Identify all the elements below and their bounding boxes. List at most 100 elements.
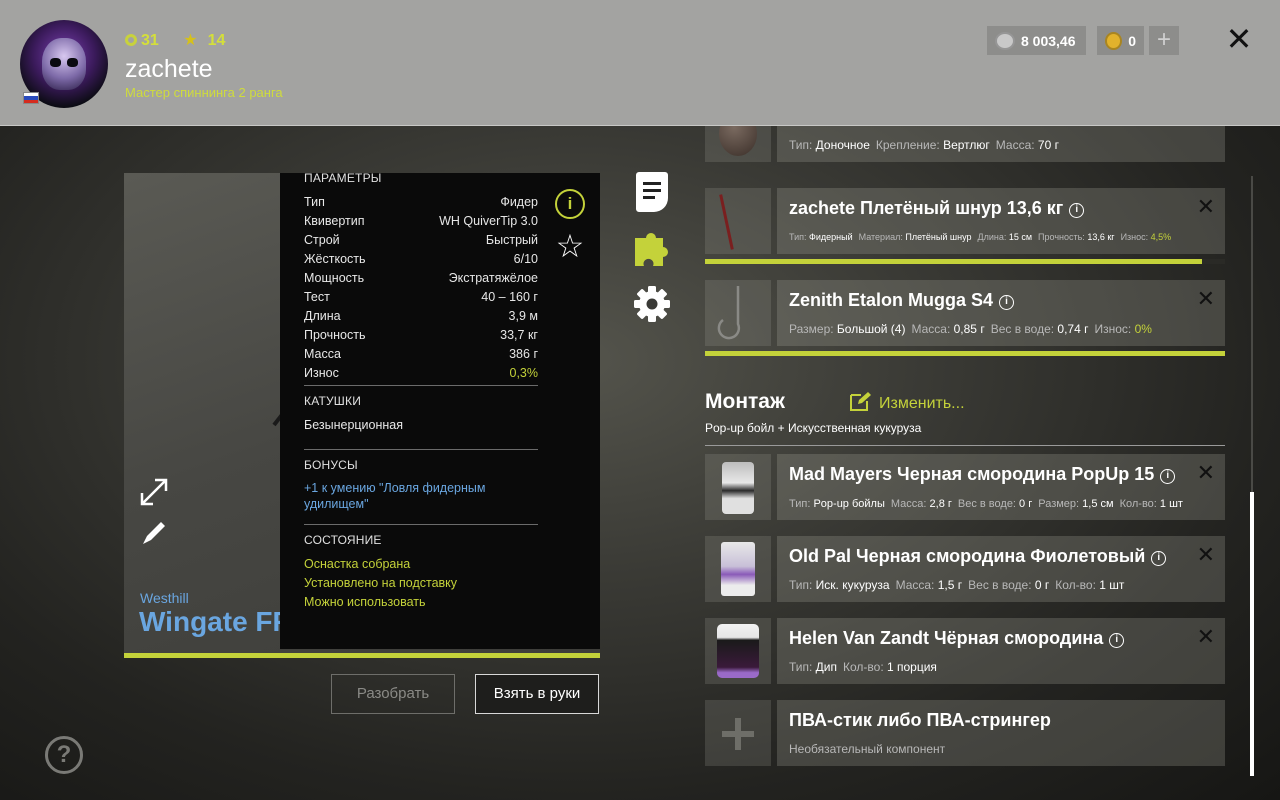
divider (705, 445, 1225, 446)
prop-label: Вес в воде: (957, 498, 1020, 510)
prop-label: Материал: (858, 232, 906, 242)
stars-indicator: ★ 14 (183, 32, 226, 49)
prop-label: Тип: (789, 138, 816, 152)
item-card[interactable]: Zenith Etalon Mugga S4 i Размер: Большой … (777, 280, 1225, 346)
take-in-hands-button[interactable]: Взять в руки (475, 674, 599, 714)
prop-value: Иск. кукуруза (815, 578, 890, 592)
gear-icon[interactable] (633, 285, 671, 323)
prop-label: Кол-во: (1119, 498, 1160, 510)
param-label: Прочность (304, 328, 366, 342)
edit-icon (850, 392, 871, 411)
item-props: Размер: Большой (4) Масса: 0,85 г Вес в во… (789, 322, 1158, 336)
item-props: Тип: Иск. кукуруза Масса: 1,5 г Вес в воде… (789, 578, 1130, 592)
disassemble-button[interactable]: Разобрать (331, 674, 455, 714)
param-value: 386 г (509, 347, 538, 361)
item-card[interactable]: Old Pal Черная смородина Фиолетовый i Тип… (777, 536, 1225, 602)
param-row: Масса 386 г (304, 345, 538, 364)
item-subtitle: Необязательный компонент (789, 742, 946, 756)
prop-value: Фидерный (809, 232, 853, 242)
remove-icon[interactable]: ✕ (1197, 624, 1215, 650)
info-icon[interactable]: i (555, 189, 585, 219)
remove-icon[interactable]: ✕ (1197, 542, 1215, 568)
prop-label: Вес в воде: (968, 578, 1035, 592)
prop-label: Размер: (789, 322, 837, 336)
puzzle-icon[interactable] (633, 230, 671, 268)
prop-label: Кол-во: (1055, 578, 1100, 592)
item-title: ПВА-стик либо ПВА-стрингер (789, 710, 1051, 730)
item-thumbnail (705, 280, 771, 346)
prop-label: Износ: (1094, 322, 1135, 336)
add-item-thumbnail[interactable] (705, 700, 771, 766)
info-icon[interactable]: i (1160, 469, 1176, 484)
prop-value: 70 г (1037, 138, 1059, 152)
prop-value: 1 шт (1159, 498, 1183, 510)
scrollbar-thumb[interactable] (1250, 492, 1254, 776)
info-icon[interactable]: i (999, 295, 1015, 310)
param-value: Быстрый (485, 233, 538, 247)
param-row: Строй Быстрый (304, 231, 538, 250)
param-value: 33,7 кг (500, 328, 538, 342)
expand-icon[interactable] (139, 477, 169, 507)
russia-flag-icon (23, 92, 39, 104)
prop-label: Масса: (995, 138, 1038, 152)
param-value: WH QuiverTip 3.0 (439, 214, 538, 228)
info-icon[interactable]: i (1069, 203, 1085, 218)
item-title: Helen Van Zandt Чёрная смородина i (789, 628, 1125, 649)
add-gold-button[interactable]: + (1149, 26, 1179, 55)
help-button[interactable]: ? (45, 736, 83, 774)
prop-label: Масса: (911, 322, 954, 336)
param-value: 40 – 160 г (481, 290, 538, 304)
param-row: Износ 0,3% (304, 364, 538, 383)
hook-image (717, 286, 741, 340)
prop-value: Вертлюг (943, 138, 990, 152)
prop-label: Крепление: (875, 138, 944, 152)
param-value: Экстратяжёлое (448, 271, 538, 285)
item-thumbnail (705, 454, 771, 520)
param-label: Тип (304, 195, 325, 209)
prop-value: 1,5 г (937, 578, 963, 592)
remove-icon[interactable]: ✕ (1197, 286, 1215, 312)
param-label: Тест (304, 290, 330, 304)
prop-value: Дип (815, 660, 837, 674)
param-value: 6/10 (513, 252, 538, 266)
montage-subtitle: Pop-up бойл + Искусственная кукуруза (705, 421, 922, 435)
prop-value: 0,74 г (1057, 322, 1089, 336)
prop-label: Масса: (895, 578, 938, 592)
prop-label: Прочность: (1038, 232, 1088, 242)
info-icon[interactable]: i (1151, 551, 1167, 566)
param-label: Жёсткость (304, 252, 366, 266)
gold-coins-icon (1105, 31, 1123, 50)
prop-label: Тип: (789, 498, 814, 510)
info-icon[interactable]: i (1109, 633, 1125, 648)
reels-value: Безынерционная (304, 418, 404, 432)
rename-pen-icon[interactable] (139, 518, 169, 548)
remove-icon[interactable]: ✕ (1197, 194, 1215, 220)
param-row: Прочность 33,7 кг (304, 326, 538, 345)
item-props: Тип: Дип Кол-во: 1 порция (789, 660, 943, 674)
prop-value: 2,8 г (929, 498, 952, 510)
silver-coins-icon (995, 31, 1015, 50)
item-card[interactable]: ПВА-стик либо ПВА-стрингер Необязательны… (777, 700, 1225, 766)
prop-value: 0 г (1034, 578, 1050, 592)
item-card[interactable]: Helen Van Zandt Чёрная смородина i Тип: Д… (777, 618, 1225, 684)
prop-label: Тип: (789, 232, 810, 242)
item-card[interactable]: Mad Mayers Черная смородина PopUp 15 i Ти… (777, 454, 1225, 520)
prop-label: Кол-во: (843, 660, 887, 674)
prop-label: Тип: (789, 578, 816, 592)
level-indicator: 31 (125, 32, 169, 49)
item-card[interactable]: zachete Плетёный шнур 13,6 кг i Тип: Фиде… (777, 188, 1225, 254)
favorite-star-icon[interactable]: ☆ (552, 228, 588, 264)
divider (304, 385, 538, 386)
prop-value: Pop-up бойлы (813, 498, 885, 510)
montage-edit-button[interactable]: Изменить... (849, 391, 965, 413)
close-button[interactable]: ✕ (1222, 22, 1256, 56)
remove-icon[interactable]: ✕ (1197, 460, 1215, 486)
prop-value: 1 шт (1099, 578, 1125, 592)
gold-balance: 0 (1097, 26, 1144, 55)
item-title: Old Pal Черная смородина Фиолетовый i (789, 546, 1167, 567)
bonus-title: БОНУСЫ (304, 458, 358, 472)
state-title: СОСТОЯНИЕ (304, 533, 382, 547)
prop-value: Доночное (815, 138, 870, 152)
item-thumbnail (705, 188, 771, 254)
document-icon[interactable] (636, 172, 668, 212)
